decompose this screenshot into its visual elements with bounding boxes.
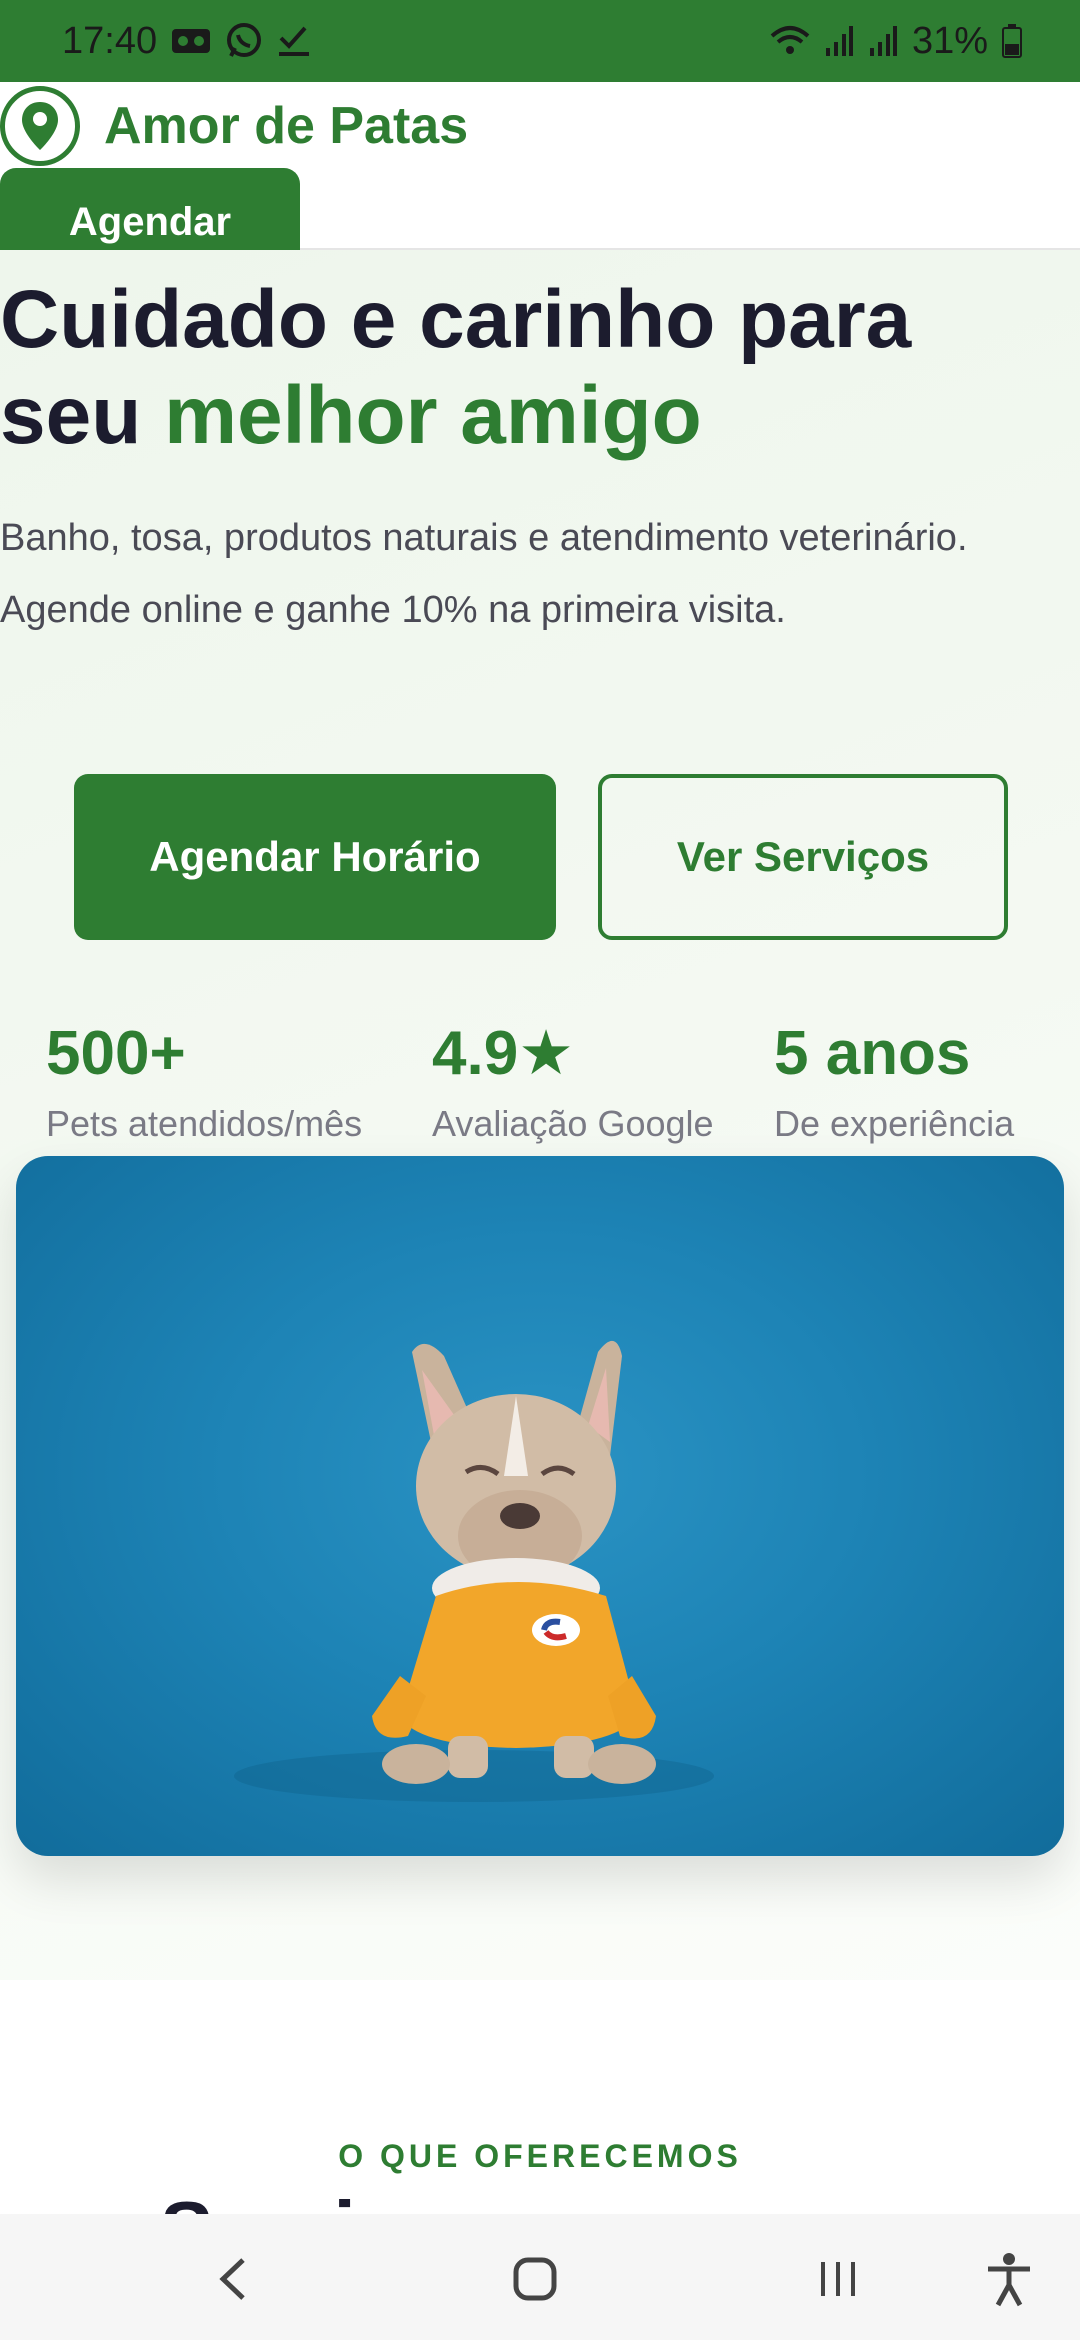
status-right: 31% [770,20,1022,63]
hero-title-accent: melhor amigo [164,370,702,461]
section-title: Servi [160,2190,356,2214]
voicemail-icon [171,26,211,56]
schedule-appointment-button[interactable]: Agendar Horário [74,774,556,940]
stat-value: 5 anos [774,1019,971,1088]
battery-percent: 31% [911,19,988,62]
wifi-icon [770,24,810,58]
status-left: 17:40 [62,20,311,63]
section-eyebrow: O QUE OFERECEMOS [338,2138,742,2174]
stat-label: De experiência [774,1103,1015,1144]
status-bar: 17:40 31% [0,0,1080,82]
battery-icon [1002,24,1022,58]
site-header: Amor de Patas Agendar [0,82,1080,276]
whatsapp-icon [225,22,263,60]
stat-item: 4.9★ Avaliação Google [432,1014,714,1154]
stat-label: Pets atendidos/mês [46,1103,363,1144]
home-icon[interactable] [500,2244,570,2314]
accessibility-icon[interactable] [974,2244,1044,2314]
system-nav-bar [0,2214,1080,2340]
french-bulldog-illustration [234,1340,714,1802]
services-section: O QUE OFERECEMOS Servi [0,1980,1080,2214]
back-icon[interactable] [198,2244,268,2314]
status-time: 17:40 [62,19,158,62]
stat-label: Avaliação Google [432,1103,714,1144]
stat-value: 500+ [46,1019,186,1088]
hero-title: Cuidado e carinho para seu melhor amigo [0,272,1060,464]
stat-value: 4.9★ [432,1019,574,1088]
hero-dog-image [16,1156,1064,1856]
hero-description: Banho, tosa, produtos naturais e atendim… [0,517,968,631]
hero-section: Cuidado e carinho para seu melhor amigo … [0,250,1080,1980]
stat-item: 5 anos De experiência [774,1014,1014,1154]
check-icon [277,24,311,58]
stat-item: 500+ Pets atendidos/mês [46,1014,362,1154]
recents-icon[interactable] [803,2244,873,2314]
brand[interactable]: Amor de Patas [0,86,468,166]
signal-icon [868,24,898,58]
brand-name: Amor de Patas [104,97,469,155]
location-pin-icon [0,86,80,166]
view-services-button[interactable]: Ver Serviços [598,774,1008,940]
signal-icon [824,24,854,58]
